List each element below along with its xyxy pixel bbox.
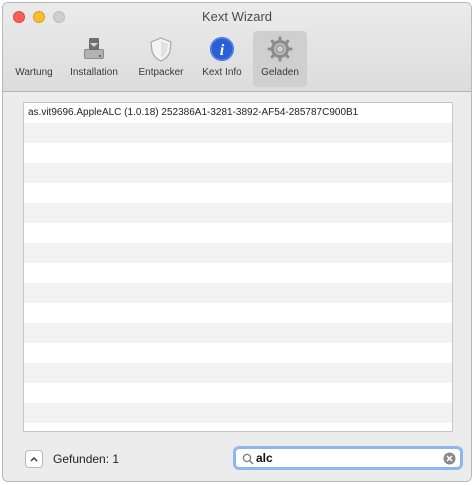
toolbar-item-label: Kext Info — [202, 67, 242, 78]
chevron-up-icon — [30, 457, 38, 462]
gear-icon — [267, 36, 293, 62]
toolbar: Kext Wizard Wartung Installation Entpack… — [3, 3, 471, 92]
toolbar-item-entpacker[interactable]: Entpacker — [131, 31, 191, 87]
toolbar-item-label: Installation — [70, 67, 118, 78]
table-row[interactable]: as.vit9696.AppleALC (1.0.18) 252386A1-32… — [24, 103, 452, 123]
search-field[interactable] — [233, 446, 463, 470]
shield-icon — [150, 37, 172, 62]
table-row — [24, 143, 452, 163]
table-row — [24, 323, 452, 343]
table-row — [24, 123, 452, 143]
found-count: Gefunden: 1 — [53, 452, 120, 466]
table-row — [24, 243, 452, 263]
window-title: Kext Wizard — [201, 9, 273, 24]
collapse-button[interactable] — [25, 450, 43, 468]
info-icon: i — [210, 37, 234, 61]
toolbar-item-installation[interactable]: Installation — [61, 31, 127, 87]
toolbar-item-kext-info[interactable]: i Kext Info — [195, 31, 249, 87]
table-row — [24, 163, 452, 183]
content-area: as.vit9696.AppleALC (1.0.18) 252386A1-32… — [3, 92, 471, 481]
search-icon — [242, 453, 254, 465]
toolbar-item-label: Entpacker — [138, 67, 184, 78]
search-input[interactable] — [256, 450, 436, 466]
loaded-kexts-table[interactable]: as.vit9696.AppleALC (1.0.18) 252386A1-32… — [23, 102, 453, 432]
table-row — [24, 303, 452, 323]
table-row — [24, 183, 452, 203]
table-row — [24, 203, 452, 223]
table-row — [24, 263, 452, 283]
table-row — [24, 223, 452, 243]
clear-search-icon[interactable] — [443, 452, 456, 465]
toolbar-item-label: Wartung — [15, 67, 53, 78]
table-row — [24, 343, 452, 363]
footer-bar: Gefunden: 1 — [3, 440, 471, 476]
app-window: Kext Wizard Wartung Installation Entpack… — [2, 2, 472, 482]
toolbar-item-label: Geladen — [261, 67, 299, 78]
toolbar-item-geladen[interactable]: Geladen — [253, 31, 307, 87]
table-row — [24, 403, 452, 423]
table-row — [24, 363, 452, 383]
table-row — [24, 423, 452, 431]
table-row — [24, 383, 452, 403]
toolbar-item-wartung[interactable]: Wartung — [9, 31, 59, 87]
table-row — [24, 283, 452, 303]
svg-text:i: i — [220, 42, 225, 59]
disk-icon — [84, 38, 104, 59]
